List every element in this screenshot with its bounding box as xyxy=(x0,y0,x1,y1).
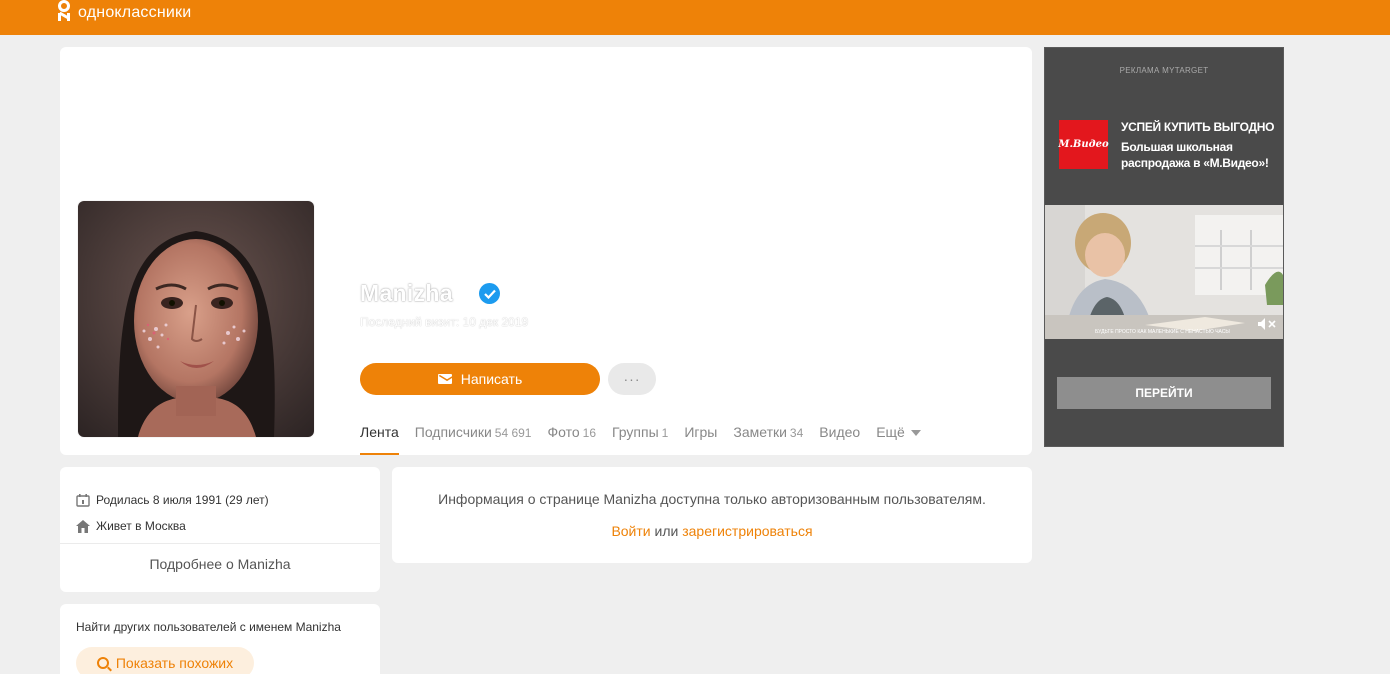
mute-icon[interactable] xyxy=(1257,317,1277,331)
show-similar-button[interactable]: Показать похожих xyxy=(76,647,254,674)
avatar-photo xyxy=(78,201,314,437)
write-message-button[interactable]: Написать xyxy=(360,363,600,395)
profile-name: Manizha xyxy=(360,280,453,306)
tab-more[interactable]: Ещё xyxy=(876,421,921,455)
divider xyxy=(60,543,380,544)
birthday-text: Родилась 8 июля 1991 (29 лет) xyxy=(96,493,269,507)
verified-icon xyxy=(479,283,500,304)
last-visit: Последний визит: 10 дек 2019 xyxy=(360,315,529,329)
groups-count: 1 xyxy=(661,426,669,440)
tab-video[interactable]: Видео xyxy=(819,421,860,455)
ok-logo-icon xyxy=(56,0,72,26)
notes-count: 34 xyxy=(789,426,804,440)
ad-headline: УСПЕЙ КУПИТЬ ВЫГОДНО xyxy=(1121,120,1275,134)
ad-description: Большая школьная распродажа в «М.Видео»! xyxy=(1121,140,1269,170)
home-icon xyxy=(76,519,90,533)
ad-video[interactable]: БУДЬТЕ ПРОСТО КАК МАЛЕНЬКИЕ С НЕНАСТЬЮ Ч… xyxy=(1045,205,1283,339)
tab-feed[interactable]: Лента xyxy=(360,421,399,455)
calendar-icon xyxy=(76,493,90,507)
search-icon xyxy=(96,657,109,669)
location-row: Живет в Москва xyxy=(76,519,186,533)
profile-card: Manizha Последний визит: 10 дек 2019 Нап… xyxy=(60,47,1032,455)
auth-required-card: Информация о странице Manizha доступна т… xyxy=(392,467,1032,563)
logo-text: одноклассники xyxy=(78,4,192,21)
show-similar-label: Показать похожих xyxy=(115,655,234,671)
find-similar-title: Найти других пользователей с именем Mani… xyxy=(76,620,341,634)
tab-games[interactable]: Игры xyxy=(684,421,717,455)
tab-photos[interactable]: Фото 16 xyxy=(547,421,596,455)
location-text: Живет в Москва xyxy=(96,519,186,533)
more-about-link[interactable]: Подробнее о Manizha xyxy=(60,556,380,572)
more-actions-button[interactable]: ··· xyxy=(608,363,656,395)
login-link[interactable]: Войти xyxy=(611,523,650,539)
ad-label: РЕКЛАМА MYTARGET xyxy=(1119,66,1209,75)
ad-banner[interactable]: РЕКЛАМА MYTARGET М.Видео УСПЕЙ КУПИТЬ ВЫ… xyxy=(1044,47,1284,447)
profile-avatar[interactable] xyxy=(78,201,314,437)
photos-count: 16 xyxy=(582,426,596,440)
register-link[interactable]: зарегистрироваться xyxy=(682,523,812,539)
or-text: или xyxy=(654,523,679,539)
subscribers-count: 54 691 xyxy=(494,426,532,440)
auth-links: Войти или зарегистрироваться xyxy=(392,523,1032,539)
tab-notes[interactable]: Заметки 34 xyxy=(733,421,803,455)
chevron-down-icon xyxy=(910,430,921,437)
envelope-icon xyxy=(437,374,452,384)
tab-subscribers[interactable]: Подписчики 54 691 xyxy=(415,421,532,455)
auth-message: Информация о странице Manizha доступна т… xyxy=(438,491,986,507)
about-card: Родилась 8 июля 1991 (29 лет) Живет в Мо… xyxy=(60,467,380,592)
ok-logo[interactable]: одноклассники xyxy=(56,0,191,26)
tab-groups[interactable]: Группы 1 xyxy=(612,421,668,455)
birthday-row: Родилась 8 июля 1991 (29 лет) xyxy=(76,493,269,507)
mvideo-logo: М.Видео xyxy=(1058,120,1109,169)
top-bar: одноклассники xyxy=(0,0,1390,35)
ad-video-caption: БУДЬТЕ ПРОСТО КАК МАЛЕНЬКИЕ С НЕНАСТЬЮ Ч… xyxy=(1095,329,1230,335)
ad-go-button[interactable]: ПЕРЕЙТИ xyxy=(1057,377,1271,409)
ad-video-frame xyxy=(1045,205,1283,339)
write-message-label: Написать xyxy=(460,371,523,387)
find-similar-card: Найти других пользователей с именем Mani… xyxy=(60,604,380,674)
profile-tabs: Лента Подписчики 54 691 Фото 16 Группы 1 Иг… xyxy=(360,421,937,455)
